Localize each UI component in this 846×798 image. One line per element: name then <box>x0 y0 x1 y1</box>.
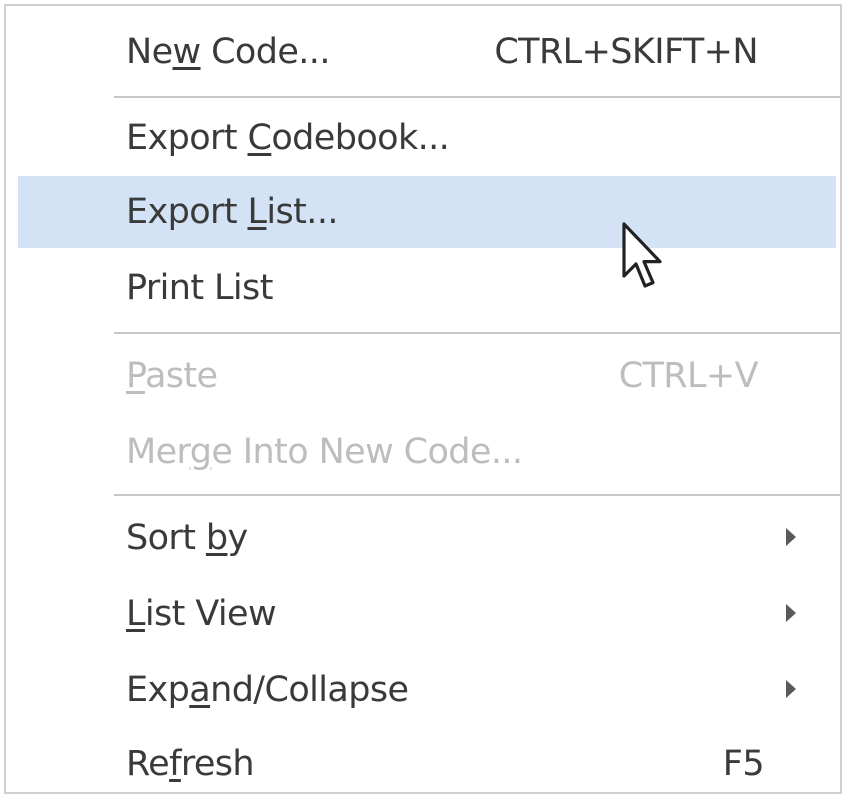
context-menu: New Code... CTRL+SKIFT+N Export Codebook… <box>4 4 842 794</box>
chevron-right-icon <box>786 528 796 546</box>
menu-separator <box>114 96 840 98</box>
menu-item-label: Sort by <box>126 518 248 558</box>
chevron-right-icon <box>786 604 796 622</box>
menu-item-shortcut: CTRL+V <box>618 356 759 396</box>
menu-item-sort-by[interactable]: Sort by <box>18 502 836 574</box>
menu-item-paste[interactable]: Paste CTRL+V <box>18 340 836 412</box>
menu-item-label: List View <box>126 594 277 634</box>
menu-item-export-codebook[interactable]: Export Codebook... <box>18 102 836 174</box>
menu-item-merge-into-new-code[interactable]: Merge Into New Code... <box>18 416 836 488</box>
menu-item-label: Refresh <box>126 744 255 784</box>
menu-item-print-list[interactable]: Print List <box>18 252 836 324</box>
menu-separator <box>114 494 840 496</box>
menu-separator <box>114 332 840 334</box>
menu-item-refresh[interactable]: Refresh F5 <box>18 728 836 798</box>
menu-item-label: New Code... <box>126 32 330 72</box>
menu-item-shortcut: CTRL+SKIFT+N <box>494 32 758 72</box>
menu-item-new-code[interactable]: New Code... CTRL+SKIFT+N <box>18 16 836 88</box>
menu-item-list-view[interactable]: List View <box>18 578 836 650</box>
menu-item-label: Export Codebook... <box>126 118 450 158</box>
mouse-pointer-icon <box>622 222 662 288</box>
menu-item-label: Export List... <box>126 192 338 232</box>
menu-item-label: Expand/Collapse <box>126 670 409 710</box>
menu-item-export-list[interactable]: Export List... <box>18 176 836 248</box>
chevron-right-icon <box>786 680 796 698</box>
menu-item-shortcut: F5 <box>722 744 765 784</box>
menu-item-expand-collapse[interactable]: Expand/Collapse <box>18 654 836 726</box>
menu-item-label: Print List <box>126 268 273 308</box>
menu-item-label: Paste <box>126 356 218 396</box>
menu-item-label: Merge Into New Code... <box>126 432 523 472</box>
